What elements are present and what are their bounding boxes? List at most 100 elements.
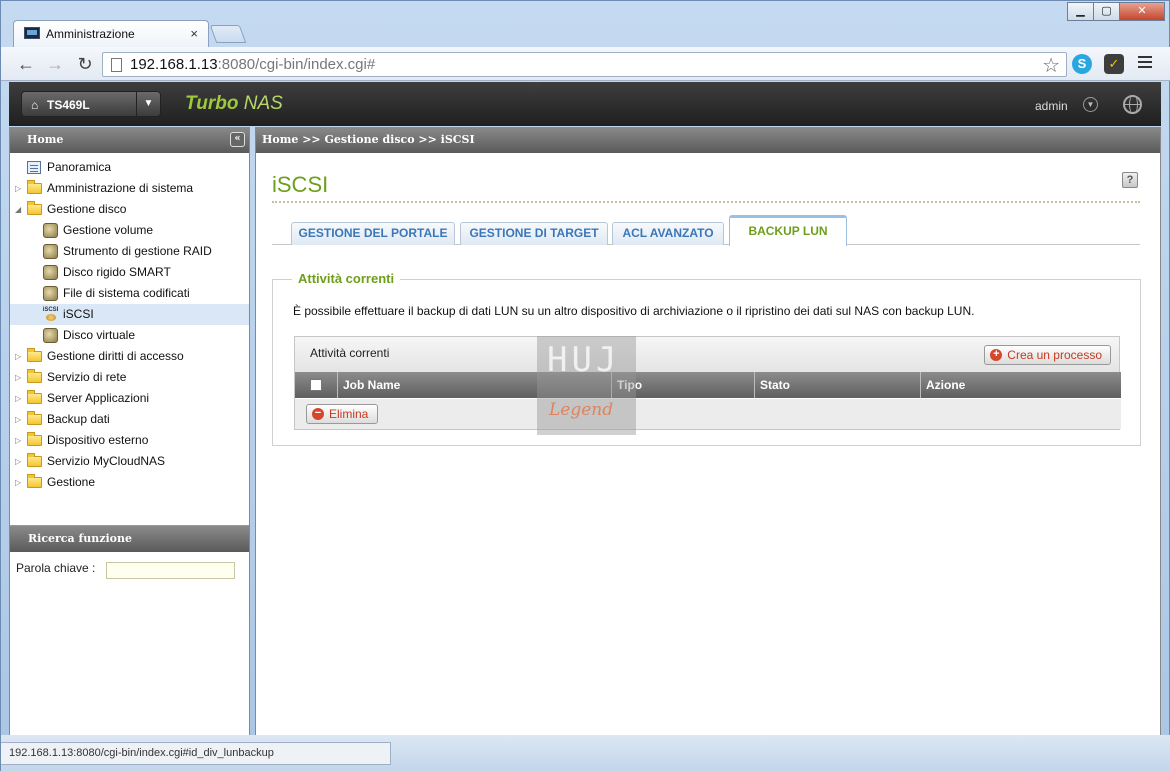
folder-icon: [27, 453, 42, 467]
sidebar: Home « Panoramica ▷ Amministrazione di s…: [9, 127, 250, 735]
expand-arrow-icon[interactable]: ▷: [15, 178, 21, 199]
select-all-column: [295, 372, 338, 398]
tab-strip: Amministrazione × ▁ ▢ ✕: [1, 1, 1170, 47]
hdd-smart-icon: [43, 265, 58, 280]
watermark-top-text: HUJ: [547, 340, 621, 380]
function-search-panel: Ricerca funzione Parola chiave :: [10, 525, 249, 735]
browser-tab[interactable]: Amministrazione ×: [13, 20, 209, 47]
close-window-button[interactable]: ✕: [1119, 2, 1165, 21]
sidebar-item-disco-virtuale[interactable]: Disco virtuale: [10, 325, 249, 346]
device-selector[interactable]: ⌂ TS469L ▼: [21, 91, 161, 117]
main-content: Home >> Gestione disco >> iSCSI iSCSI ? …: [255, 127, 1161, 735]
expand-arrow-icon[interactable]: ▷: [15, 472, 21, 493]
folder-icon: [27, 348, 42, 362]
user-dropdown-icon[interactable]: ▼: [1083, 97, 1098, 112]
expand-arrow-icon[interactable]: ▷: [15, 367, 21, 388]
sidebar-item-diritti-accesso[interactable]: ▷ Gestione diritti di accesso: [10, 346, 249, 367]
address-bar[interactable]: 192.168.1.13:8080/cgi-bin/index.cgi# ☆: [102, 52, 1067, 77]
sidebar-item-server-applicazioni[interactable]: ▷ Server Applicazioni: [10, 388, 249, 409]
jobs-grid: Attività correnti + Crea un processo Job…: [294, 336, 1121, 430]
bookmark-star-icon[interactable]: ☆: [1042, 53, 1060, 78]
tab-gestione-portale[interactable]: GESTIONE DEL PORTALE: [291, 222, 455, 245]
volume-icon: [43, 223, 58, 238]
back-button[interactable]: ←: [15, 53, 37, 75]
browser-window: Amministrazione × ▁ ▢ ✕ ← → ↻ 192.168.1.…: [0, 0, 1170, 771]
device-name: TS469L: [47, 98, 90, 112]
brand-logo: Turbo NAS: [185, 93, 283, 114]
sidebar-item-iscsi[interactable]: iSCSI iSCSI: [10, 304, 249, 325]
delete-label: Elimina: [329, 407, 369, 421]
create-job-button[interactable]: + Crea un processo: [984, 345, 1111, 365]
tab-title: Amministrazione: [46, 27, 135, 41]
chevron-down-icon[interactable]: ▼: [136, 92, 160, 116]
minimize-button[interactable]: ▁: [1067, 2, 1094, 21]
expand-arrow-icon[interactable]: ▷: [15, 409, 21, 430]
raid-icon: [43, 244, 58, 259]
reload-button[interactable]: ↻: [74, 53, 96, 75]
user-name[interactable]: admin: [1035, 99, 1068, 113]
folder-icon: [27, 474, 42, 488]
iscsi-icon: iSCSI: [42, 307, 59, 322]
help-icon[interactable]: ?: [1122, 172, 1138, 188]
search-panel-header: Ricerca funzione: [10, 526, 249, 552]
sidebar-item-encrypted-fs[interactable]: File di sistema codificati: [10, 283, 249, 304]
sidebar-item-amministrazione[interactable]: ▷ Amministrazione di sistema: [10, 178, 249, 199]
grid-title: Attività correnti: [310, 346, 390, 360]
watermark-bottom-text: Legend: [549, 400, 614, 420]
sidebar-title: Home: [27, 133, 64, 146]
current-jobs-section: Attività correnti È possibile effettuare…: [272, 271, 1141, 446]
nav-tree: Panoramica ▷ Amministrazione di sistema …: [10, 153, 249, 525]
nas-header: ⌂ TS469L ▼ Turbo NAS admin ▼: [9, 82, 1161, 126]
skype-extension-icon[interactable]: S: [1072, 54, 1092, 74]
sidebar-item-panoramica[interactable]: Panoramica: [10, 157, 249, 178]
section-description: È possibile effettuare il backup di dati…: [293, 304, 975, 318]
keyword-row: Parola chiave :: [10, 552, 249, 582]
column-azione[interactable]: Azione: [921, 372, 1121, 398]
page-title: iSCSI: [272, 172, 329, 197]
folder-icon: [27, 369, 42, 383]
tab-backup-lun[interactable]: BACKUP LUN: [729, 215, 847, 246]
section-legend: Attività correnti: [292, 271, 401, 286]
create-job-label: Crea un processo: [1007, 348, 1102, 362]
sidebar-item-gestione-disco[interactable]: ◢ Gestione disco: [10, 199, 249, 220]
globe-icon[interactable]: [1123, 95, 1142, 114]
browser-menu-icon[interactable]: [1138, 56, 1152, 70]
new-tab-button[interactable]: [209, 25, 247, 43]
forward-button[interactable]: →: [44, 53, 66, 75]
overview-icon: [27, 161, 41, 174]
column-stato[interactable]: Stato: [755, 372, 921, 398]
tab-acl-avanzato[interactable]: ACL AVANZATO: [612, 222, 724, 245]
sidebar-item-raid[interactable]: Strumento di gestione RAID: [10, 241, 249, 262]
expand-arrow-icon[interactable]: ▷: [15, 430, 21, 451]
maximize-button[interactable]: ▢: [1093, 2, 1120, 21]
monitor-icon: [24, 27, 40, 39]
expand-arrow-icon[interactable]: ▷: [15, 388, 21, 409]
sidebar-item-smart[interactable]: Disco rigido SMART: [10, 262, 249, 283]
sidebar-item-dispositivo-esterno[interactable]: ▷ Dispositivo esterno: [10, 430, 249, 451]
sidebar-item-gestione-volume[interactable]: Gestione volume: [10, 220, 249, 241]
folder-icon: [27, 180, 42, 194]
folder-icon: [27, 411, 42, 425]
expand-arrow-icon[interactable]: ▷: [15, 451, 21, 472]
expand-arrow-icon[interactable]: ▷: [15, 346, 21, 367]
page-icon: [111, 58, 122, 72]
browser-toolbar: ← → ↻ 192.168.1.13:8080/cgi-bin/index.cg…: [1, 47, 1170, 81]
select-all-checkbox[interactable]: [310, 379, 322, 391]
tab-gestione-target[interactable]: GESTIONE DI TARGET: [460, 222, 608, 245]
sidebar-item-backup-dati[interactable]: ▷ Backup dati: [10, 409, 249, 430]
sidebar-item-gestione[interactable]: ▷ Gestione: [10, 472, 249, 493]
collapse-arrow-icon[interactable]: ◢: [15, 199, 21, 220]
status-bar: 192.168.1.13:8080/cgi-bin/index.cgi#id_d…: [1, 742, 391, 765]
sidebar-item-servizio-rete[interactable]: ▷ Servizio di rete: [10, 367, 249, 388]
extension-check-icon[interactable]: ✓: [1104, 54, 1124, 74]
keyword-input[interactable]: [106, 562, 235, 579]
sidebar-item-mycloudnas[interactable]: ▷ Servizio MyCloudNAS: [10, 451, 249, 472]
virtual-disk-icon: [43, 328, 58, 343]
tab-close-icon[interactable]: ×: [190, 26, 198, 41]
collapse-sidebar-icon[interactable]: «: [230, 132, 245, 147]
grid-toolbar: Attività correnti + Crea un processo: [295, 337, 1119, 372]
sidebar-header: Home «: [10, 127, 249, 153]
folder-icon: [27, 390, 42, 404]
url-text: 192.168.1.13:8080/cgi-bin/index.cgi#: [130, 56, 376, 73]
delete-button[interactable]: − Elimina: [306, 404, 379, 424]
